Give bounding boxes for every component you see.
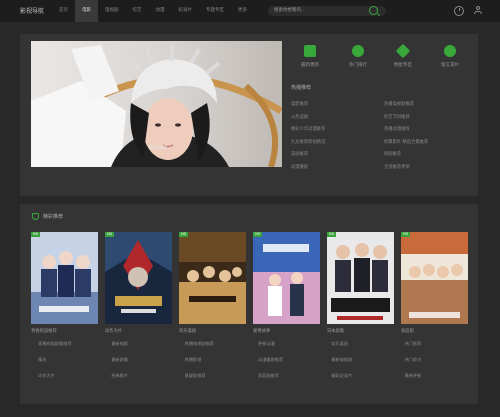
footer-link[interactable]: 最新更新 xyxy=(405,373,478,379)
poster-card-4[interactable]: HD xyxy=(253,232,320,324)
footer-link[interactable]: 动漫番剧推荐 xyxy=(258,357,331,363)
hd-badge: HD xyxy=(31,232,40,237)
poster-card-5[interactable]: HD xyxy=(327,232,394,324)
poster-card-6[interactable]: HD xyxy=(401,232,468,324)
site-logo[interactable]: 影视导航 xyxy=(20,6,44,15)
nav-item-variety[interactable]: 综艺 xyxy=(126,0,149,22)
poster-image xyxy=(327,232,394,324)
quick-link-ranking[interactable]: 热门排行 xyxy=(338,45,378,68)
footer-link[interactable]: 欢乐喜剧 xyxy=(331,341,404,347)
nav-item-tv[interactable]: 电视剧 xyxy=(98,0,126,22)
nav-item-documentary[interactable]: 纪录片 xyxy=(172,0,200,22)
poster-title[interactable]: 爱情故事 xyxy=(253,328,270,334)
poster-title[interactable]: 欢乐喜剧 xyxy=(179,328,196,334)
message-icon xyxy=(444,45,456,57)
footer-link[interactable]: 动作大片 xyxy=(38,373,111,379)
nav-item-movie[interactable]: 电影 xyxy=(75,0,98,22)
quick-link-request[interactable]: 留言求片 xyxy=(430,45,470,68)
side-list-item[interactable]: 火热追剧 xyxy=(291,114,378,120)
quick-link-label: 明星专区 xyxy=(394,63,412,68)
poster-title[interactable]: 青春校园推荐 xyxy=(31,328,57,334)
history-icon[interactable] xyxy=(454,6,464,16)
poster-card-3[interactable]: HD xyxy=(179,232,246,324)
poster-title[interactable]: 家庭剧 xyxy=(401,328,414,334)
footer-link[interactable]: 热门推荐 xyxy=(405,341,478,347)
quick-link-stars[interactable]: 明星专区 xyxy=(383,43,423,68)
hd-badge: HD xyxy=(327,232,336,237)
side-list-item[interactable]: 电影推荐 xyxy=(291,101,378,107)
section-title: 精彩推荐 xyxy=(43,214,64,220)
footer-link[interactable]: 悬疑剧推荐 xyxy=(185,373,258,379)
hd-badge: HD xyxy=(401,232,410,237)
main-nav: 首页 电影 电视剧 综艺 动漫 纪录片 专题专区 更多 xyxy=(52,0,254,22)
poster-image xyxy=(401,232,468,324)
calendar-icon xyxy=(304,45,316,57)
poster-card-1[interactable]: HD xyxy=(31,232,98,324)
quick-link-label: 热门排行 xyxy=(349,63,367,68)
side-list-item[interactable]: 经典影片 精选合集推荐 xyxy=(384,139,471,145)
hero-banner[interactable]: 影视推荐 xyxy=(31,41,282,167)
shield-icon xyxy=(32,213,39,220)
quick-link-latest[interactable]: 最新更新 xyxy=(290,45,330,68)
poster-card-2[interactable]: HD xyxy=(105,232,172,324)
star-icon xyxy=(395,43,411,59)
footer-link[interactable]: 经典影片 xyxy=(111,373,184,379)
search-icon[interactable] xyxy=(369,6,378,15)
side-list-item[interactable]: 韩剧推荐 xyxy=(384,151,471,157)
footer-link[interactable]: 更新动漫 xyxy=(258,341,331,347)
quick-link-label: 留言求片 xyxy=(441,63,459,68)
nav-item-more[interactable]: 更多 xyxy=(231,0,254,22)
nav-item-anime[interactable]: 动漫 xyxy=(149,0,172,22)
top-bar: 影视导航 首页 电影 电视剧 综艺 动漫 纪录片 专题专区 更多 搜索你想看的.… xyxy=(0,0,500,22)
side-list-item[interactable]: 九龙推荐影视精选 xyxy=(291,139,378,145)
nav-item-topics[interactable]: 专题专区 xyxy=(199,0,231,22)
hd-badge: HD xyxy=(105,232,114,237)
quick-link-label: 最新更新 xyxy=(301,63,319,68)
footer-link[interactable]: 最新电视剧 xyxy=(331,357,404,363)
footer-link[interactable]: 精选 xyxy=(38,357,111,363)
side-list-item[interactable]: 动漫番剧 xyxy=(291,164,378,170)
chart-icon xyxy=(352,45,364,57)
side-list-item[interactable]: 热播电视剧推荐 xyxy=(384,101,471,107)
hero-caption: 影视推荐 xyxy=(149,146,167,151)
side-list: 电影推荐 热播电视剧推荐 火热追剧 综艺节目推荐 精彩少年动漫推荐 热播动漫推荐… xyxy=(291,101,471,170)
footer-link[interactable]: 最新电影 xyxy=(111,341,184,347)
footer-link-grid: 青春校园剧集推荐 最新电影 热播电视剧推荐 更新动漫 欢乐喜剧 热门推荐 精选 … xyxy=(38,341,478,379)
user-icon[interactable] xyxy=(474,6,482,14)
side-list-item[interactable]: 热播动漫推荐 xyxy=(384,126,471,132)
side-list-item[interactable]: 精彩少年动漫推荐 xyxy=(291,126,378,132)
side-list-title: 热播推荐 xyxy=(291,85,312,91)
poster-image xyxy=(179,232,246,324)
footer-link[interactable]: 热播影视 xyxy=(185,357,258,363)
footer-link[interactable]: 热播电视剧推荐 xyxy=(185,341,258,347)
poster-image xyxy=(105,232,172,324)
footer-link[interactable]: 热门综艺 xyxy=(405,357,478,363)
poster-title[interactable]: 动作大片 xyxy=(105,328,122,334)
footer-link[interactable]: 家庭剧推荐 xyxy=(258,373,331,379)
footer-link[interactable]: 精彩纪录片 xyxy=(331,373,404,379)
poster-title[interactable]: 日本剧集 xyxy=(327,328,344,334)
footer-link[interactable]: 最新剧集 xyxy=(111,357,184,363)
side-list-item[interactable]: 美剧推荐 xyxy=(291,151,378,157)
poster-image xyxy=(31,232,98,324)
search-input[interactable]: 搜索你想看的... xyxy=(274,6,305,16)
side-list-item[interactable]: 全部推荐更新 xyxy=(384,164,471,170)
poster-image xyxy=(253,232,320,324)
nav-item-home[interactable]: 首页 xyxy=(52,0,75,22)
footer-link[interactable]: 青春校园剧集推荐 xyxy=(38,341,111,347)
hd-badge: HD xyxy=(253,232,262,237)
side-list-item[interactable]: 综艺节目推荐 xyxy=(384,114,471,120)
hd-badge: HD xyxy=(179,232,188,237)
